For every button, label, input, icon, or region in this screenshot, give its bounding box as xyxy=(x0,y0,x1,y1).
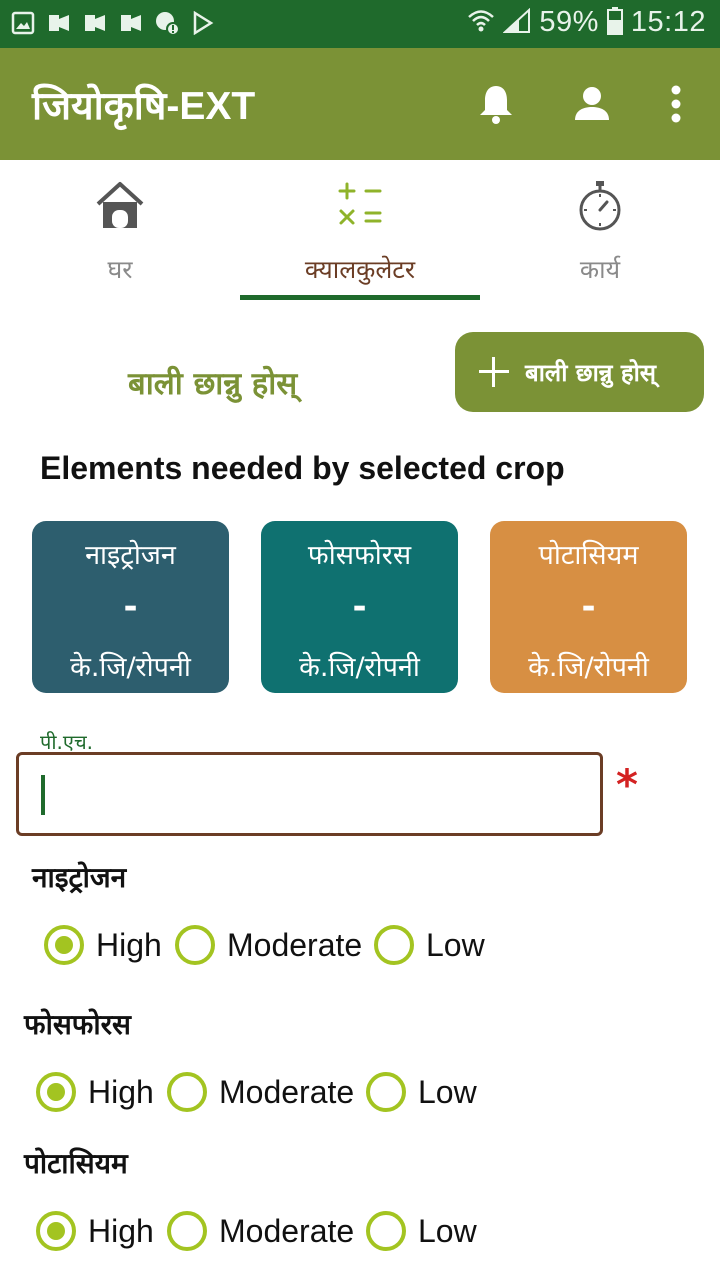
more-vert-icon xyxy=(671,85,681,123)
wifi-icon xyxy=(467,8,495,38)
notifications-button[interactable] xyxy=(472,80,520,128)
status-bar: 59% 15:12 xyxy=(0,0,720,48)
nitrogen-level-title: नाइट्रोजन xyxy=(32,861,127,894)
radio-unchecked-icon xyxy=(167,1072,207,1112)
radio-label: High xyxy=(96,926,162,963)
nitrogen-level-options: High Moderate Low xyxy=(0,920,720,970)
radio-unchecked-icon xyxy=(366,1211,406,1251)
nitrogen-card: नाइट्रोजन - के.जि/रोपनी xyxy=(32,521,229,693)
clock: 15:12 xyxy=(630,6,706,38)
phosphorus-high-radio[interactable]: High xyxy=(36,1067,154,1117)
phosphorus-moderate-radio[interactable]: Moderate xyxy=(167,1067,354,1117)
tab-bar: घर क्यालकुलेटर कार्य xyxy=(0,160,720,300)
bell-icon xyxy=(480,86,512,124)
card-name: फोसफोरस xyxy=(307,540,412,571)
radio-checked-icon xyxy=(44,925,84,965)
required-mark: * xyxy=(616,760,638,809)
phosphorus-card: फोसफोरस - के.जि/रोपनी xyxy=(261,521,458,693)
plus-icon xyxy=(477,355,511,389)
person-icon xyxy=(575,87,609,120)
app-title: जियोकृषि-EXT xyxy=(32,85,256,128)
potassium-level-title: पोटासियम xyxy=(24,1147,128,1180)
calculator-icon xyxy=(330,178,390,234)
battery-icon xyxy=(606,6,623,39)
tab-tasks-label: कार्य xyxy=(579,255,621,284)
notification-icons xyxy=(10,9,216,37)
tab-home-label: घर xyxy=(107,255,133,284)
ph-field-label: पी.एच. xyxy=(40,730,94,754)
card-value: - xyxy=(352,587,367,627)
play-store-icon xyxy=(190,9,216,37)
card-value: - xyxy=(581,587,596,627)
app-notification-icon xyxy=(82,9,108,37)
radio-label: Low xyxy=(418,1212,477,1249)
radio-unchecked-icon xyxy=(374,925,414,965)
selected-crop-title: बाली छान्नु होस् xyxy=(128,366,298,402)
phosphorus-level-options: High Moderate Low xyxy=(0,1067,720,1117)
potassium-high-radio[interactable]: High xyxy=(36,1206,154,1256)
stopwatch-icon xyxy=(570,178,630,234)
tab-calculator-label: क्यालकुलेटर xyxy=(304,255,416,284)
potassium-level-options: High Moderate Low xyxy=(0,1206,720,1256)
card-name: नाइट्रोजन xyxy=(85,540,176,571)
phosphorus-level-title: फोसफोरस xyxy=(24,1008,131,1041)
radio-label: Moderate xyxy=(219,1073,355,1110)
card-name: पोटासियम xyxy=(538,540,639,571)
potassium-low-radio[interactable]: Low xyxy=(366,1206,477,1256)
radio-unchecked-icon xyxy=(167,1211,207,1251)
radio-unchecked-icon xyxy=(366,1072,406,1112)
radio-label: High xyxy=(88,1212,154,1249)
radio-label: Low xyxy=(418,1073,477,1110)
overflow-menu-button[interactable] xyxy=(652,80,700,128)
radio-checked-icon xyxy=(36,1072,76,1112)
potassium-moderate-radio[interactable]: Moderate xyxy=(167,1206,354,1256)
radio-label: Moderate xyxy=(227,926,363,963)
profile-button[interactable] xyxy=(568,80,616,128)
gallery-icon xyxy=(10,9,36,37)
tab-home[interactable]: घर xyxy=(0,160,240,300)
radio-label: Moderate xyxy=(219,1212,355,1249)
card-unit: के.जि/रोपनी xyxy=(299,652,420,683)
nitrogen-moderate-radio[interactable]: Moderate xyxy=(175,920,362,970)
nitrogen-low-radio[interactable]: Low xyxy=(374,920,485,970)
select-crop-button-label: बाली छान्नु होस् xyxy=(525,358,657,387)
radio-label: Low xyxy=(426,926,485,963)
potassium-card: पोटासियम - के.जि/रोपनी xyxy=(490,521,687,693)
home-icon xyxy=(90,178,150,234)
ph-input[interactable] xyxy=(19,755,600,833)
tab-calculator[interactable]: क्यालकुलेटर xyxy=(240,160,480,300)
card-unit: के.जि/रोपनी xyxy=(70,652,191,683)
card-unit: के.जि/रोपनी xyxy=(528,652,649,683)
app-notification-icon xyxy=(118,9,144,37)
nitrogen-high-radio[interactable]: High xyxy=(44,920,162,970)
select-crop-button[interactable]: बाली छान्नु होस् xyxy=(455,332,704,412)
tab-tasks[interactable]: कार्य xyxy=(480,160,720,300)
radio-unchecked-icon xyxy=(175,925,215,965)
card-value: - xyxy=(123,587,138,627)
radio-checked-icon xyxy=(36,1211,76,1251)
app-bar: जियोकृषि-EXT xyxy=(0,48,720,160)
text-cursor xyxy=(41,775,45,815)
app-notification-icon xyxy=(46,9,72,37)
signal-icon xyxy=(502,7,531,38)
battery-percent: 59% xyxy=(539,6,599,38)
ph-input-box xyxy=(16,752,603,836)
phosphorus-low-radio[interactable]: Low xyxy=(366,1067,477,1117)
radio-label: High xyxy=(88,1073,154,1110)
elements-heading: Elements needed by selected crop xyxy=(40,450,565,486)
alert-icon xyxy=(154,9,180,37)
active-tab-indicator xyxy=(240,295,480,300)
